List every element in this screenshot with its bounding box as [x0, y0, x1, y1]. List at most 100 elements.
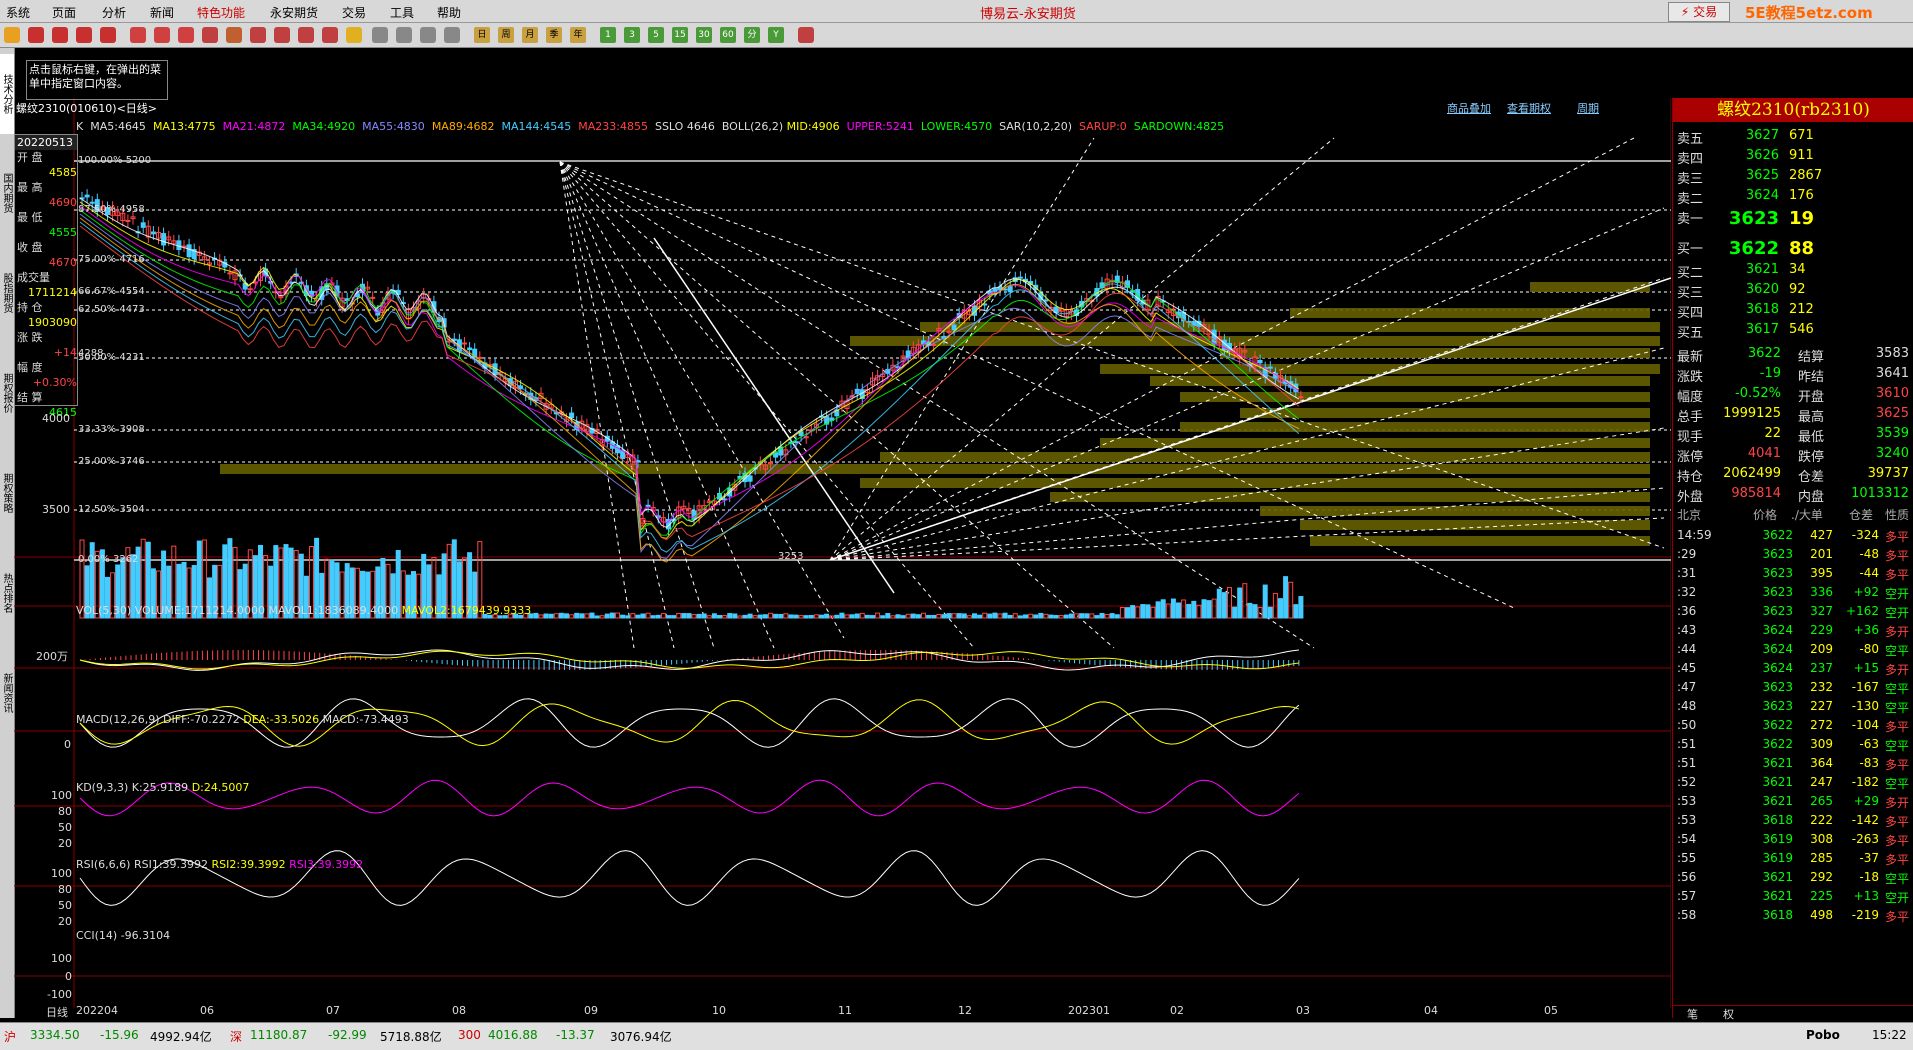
volume-bar — [625, 615, 631, 619]
grid-icon[interactable] — [100, 27, 116, 43]
x-axis-label: 05 — [1544, 1004, 1558, 1017]
tab-rights[interactable]: 权 — [1723, 1006, 1734, 1022]
tick-price: 3623 — [1762, 699, 1793, 713]
back-icon[interactable] — [4, 27, 20, 43]
home-icon[interactable] — [28, 27, 44, 43]
chart-area[interactable] — [14, 48, 1671, 1018]
period-1min-button[interactable]: 1 — [600, 27, 616, 43]
table-icon[interactable] — [372, 27, 388, 43]
menu-yongan[interactable]: 永安期货 — [270, 4, 318, 21]
tick-col-oi: 仓差 — [1849, 508, 1874, 522]
tick-row: 14:59 3622 427 -324 多平 — [1673, 528, 1913, 548]
star-icon[interactable] — [346, 27, 362, 43]
fib-percent: 33.33% — [78, 424, 117, 435]
volume-bar — [1058, 615, 1064, 619]
tab-options-strategy[interactable]: 期权策略 — [0, 448, 14, 538]
kline-chart-svg[interactable] — [14, 48, 1671, 1018]
period-15min-button[interactable]: 15 — [672, 27, 688, 43]
tick-nature: 多开 — [1885, 625, 1910, 639]
tick-col-time: 北京 — [1677, 508, 1702, 522]
cci-panel-header: CCI(14) -96.3104 — [76, 929, 170, 942]
overlay-link[interactable]: 商品叠加 — [1447, 100, 1491, 116]
tick-volume: 247 — [1810, 775, 1833, 789]
tick-time: :36 — [1677, 604, 1697, 618]
search-icon[interactable] — [178, 27, 194, 43]
tick-nature: 多平 — [1885, 910, 1910, 924]
volume-bar — [599, 615, 605, 619]
rsi2: RSI2:39.3992 — [211, 858, 286, 871]
period-3min-button[interactable]: 3 — [624, 27, 640, 43]
draw-icon[interactable] — [226, 27, 242, 43]
tab-index-futures[interactable]: 股指期货 — [0, 248, 14, 338]
volume-bar — [1262, 584, 1268, 619]
period-5min-button[interactable]: 5 — [648, 27, 664, 43]
options-link[interactable]: 查看期权 — [1507, 100, 1551, 116]
ma144-label: MA144:4545 — [501, 120, 572, 133]
period-quarter-button[interactable]: 季 — [546, 27, 562, 43]
volume-bar — [589, 612, 595, 619]
indicator-icon[interactable] — [274, 27, 290, 43]
menu-page[interactable]: 页面 — [52, 4, 76, 21]
kd-axis: 100 80 50 20 — [48, 788, 72, 852]
period-min-button[interactable]: 分 — [744, 27, 760, 43]
tab-domestic-futures[interactable]: 国内期货 — [0, 148, 14, 238]
ask-volume: 671 — [1789, 128, 1814, 143]
period-60min-button[interactable]: 60 — [720, 27, 736, 43]
menu-trade[interactable]: 交易 — [342, 4, 366, 21]
period-week-button[interactable]: 周 — [498, 27, 514, 43]
tab-news[interactable]: 新闻资讯 — [0, 648, 14, 738]
bid-row: 买二 3621 34 — [1673, 262, 1913, 282]
volume-bar — [844, 614, 850, 619]
list2-icon[interactable] — [396, 27, 412, 43]
tab-options-quote[interactable]: 期权报价 — [0, 348, 14, 438]
period-y-button[interactable]: Y — [768, 27, 784, 43]
tab-technical[interactable]: 技术分析 — [0, 54, 14, 134]
chart-icon[interactable] — [52, 27, 68, 43]
ruler-icon[interactable] — [322, 27, 338, 43]
menu-special[interactable]: 特色功能 — [197, 4, 245, 21]
volume-bar — [543, 613, 549, 619]
volume-profile-bar — [1100, 364, 1660, 374]
period-30min-button[interactable]: 30 — [696, 27, 712, 43]
cci-axis-neg100: -100 — [47, 988, 72, 1001]
tab-ticks[interactable]: 笔 — [1687, 1006, 1698, 1022]
tick-time: :45 — [1677, 661, 1697, 675]
tick-nature: 空平 — [1885, 701, 1910, 715]
fib-price: 4716 — [119, 254, 145, 265]
period-month-button[interactable]: 月 — [522, 27, 538, 43]
tab-hot-ranking[interactable]: 热点排名 — [0, 548, 14, 638]
candle-body — [467, 347, 473, 351]
menu-help[interactable]: 帮助 — [437, 4, 461, 21]
candle-body — [140, 222, 146, 228]
zoom-out-icon[interactable] — [154, 27, 170, 43]
list-icon[interactable] — [76, 27, 92, 43]
fib-percent: 12.50% — [78, 504, 117, 515]
tick-volume: 227 — [1810, 699, 1833, 713]
period-year-button[interactable]: 年 — [570, 27, 586, 43]
bid-price: 3621 — [1745, 262, 1779, 277]
trade-button[interactable]: ⚡ 交易 — [1668, 2, 1730, 22]
layout-icon[interactable] — [444, 27, 460, 43]
tick-volume: 395 — [1810, 566, 1833, 580]
tick-oi-change: -219 — [1851, 908, 1879, 922]
menu-news[interactable]: 新闻 — [150, 4, 174, 21]
period-day-button[interactable]: 日 — [474, 27, 490, 43]
volume-bar — [1181, 599, 1187, 619]
volume-bar — [630, 613, 636, 619]
zoom-in-icon[interactable] — [130, 27, 146, 43]
tick-time: :31 — [1677, 566, 1697, 580]
period-link[interactable]: 周期 — [1577, 100, 1599, 116]
pen-icon[interactable] — [202, 27, 218, 43]
settings-icon[interactable] — [798, 27, 814, 43]
alert-icon[interactable] — [250, 27, 266, 43]
volume-bar — [1089, 613, 1095, 619]
volume-bar — [875, 612, 881, 619]
menu-analysis[interactable]: 分析 — [102, 4, 126, 21]
menu-tools[interactable]: 工具 — [390, 4, 414, 21]
menu-system[interactable]: 系统 — [6, 4, 30, 21]
pages-icon[interactable] — [420, 27, 436, 43]
sh-label: 沪 — [4, 1030, 17, 1044]
data-sheet: 20220513 开 盘 4585 最 高 4690 最 低 4555 收 盘 4670 成交量… — [14, 134, 78, 419]
formula-icon[interactable] — [298, 27, 314, 43]
tick-price: 3618 — [1762, 813, 1793, 827]
